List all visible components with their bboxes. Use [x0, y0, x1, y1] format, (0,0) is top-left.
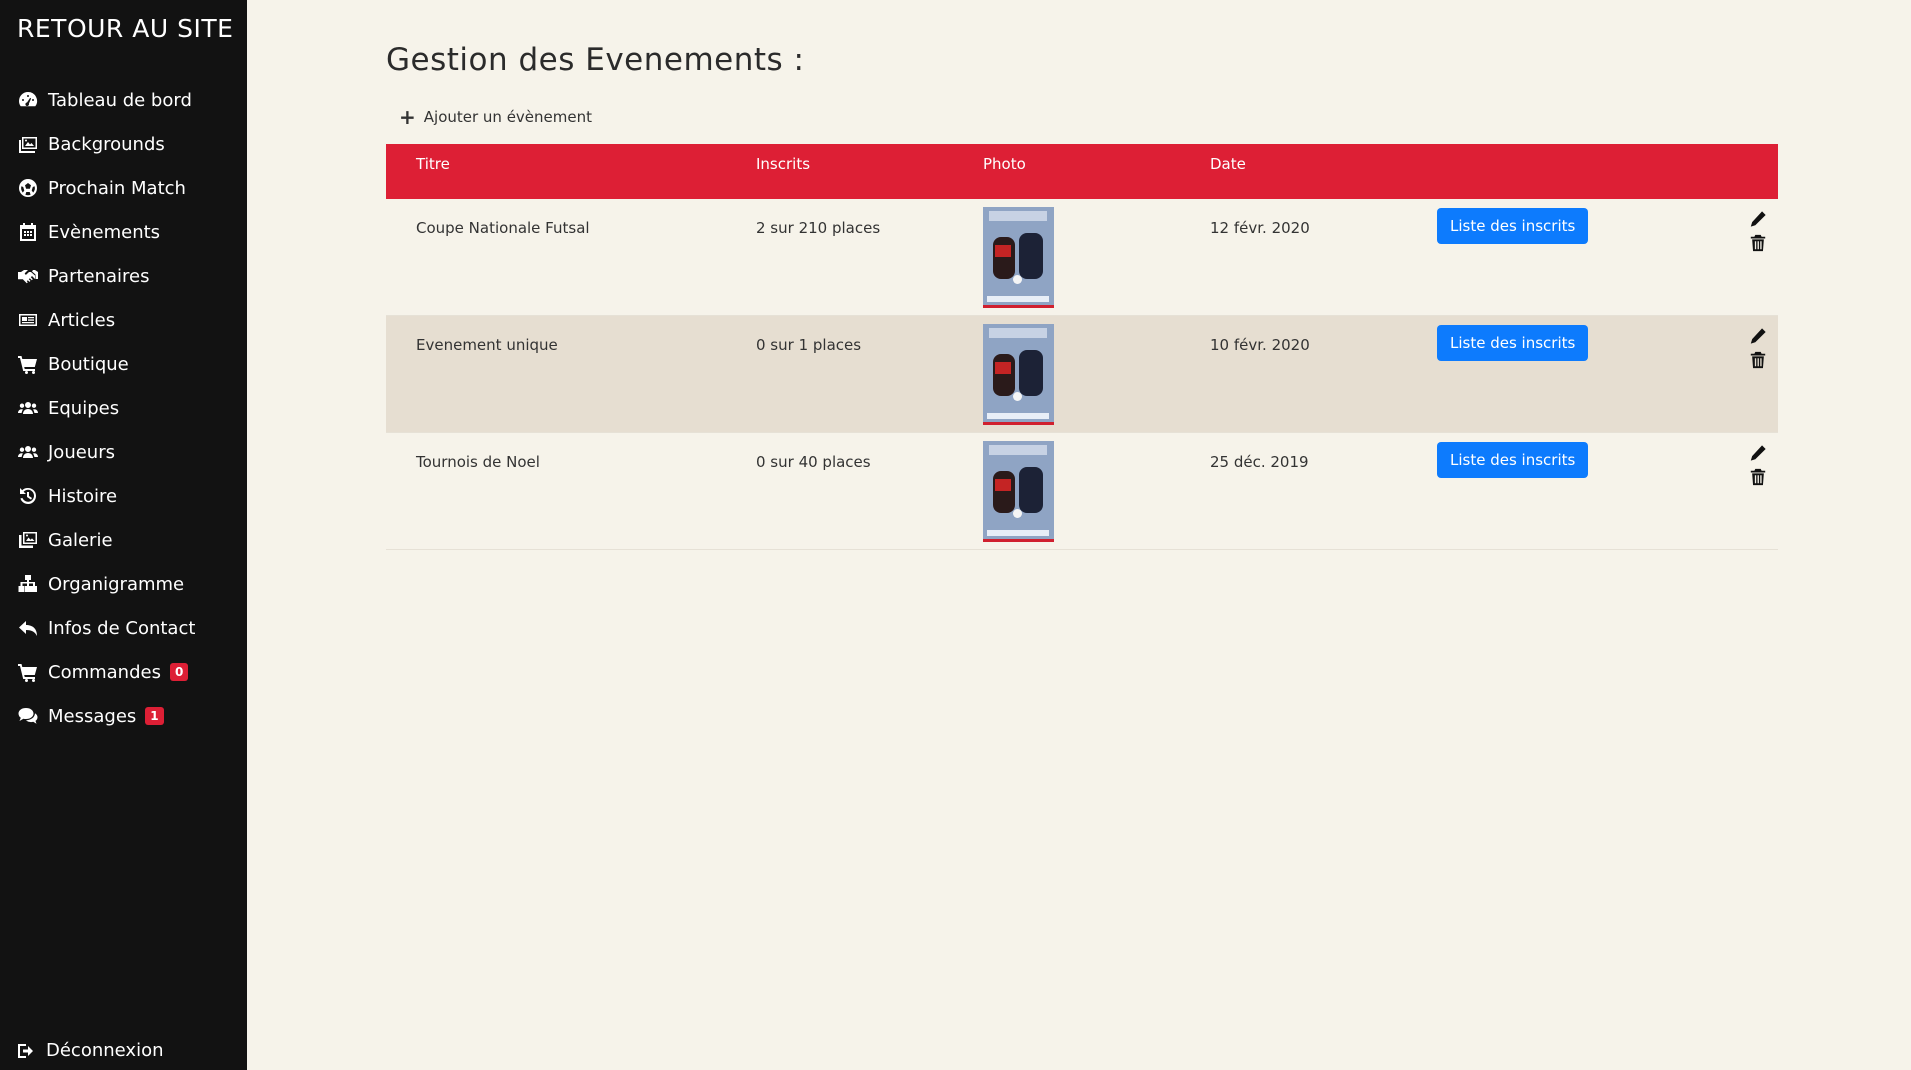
soccer-ball-icon — [16, 178, 40, 198]
calendar-icon — [16, 222, 40, 242]
sidebar-item-shop[interactable]: Boutique — [0, 342, 247, 386]
event-registered: 0 sur 40 places — [756, 453, 871, 471]
event-photo — [983, 207, 1054, 308]
sign-out-icon — [16, 1041, 40, 1061]
sidebar-item-label: Articles — [48, 309, 116, 331]
edit-pencil-icon[interactable] — [1749, 327, 1767, 345]
delete-trash-icon[interactable] — [1749, 468, 1767, 486]
event-registered: 0 sur 1 places — [756, 336, 862, 354]
row-actions — [1749, 210, 1767, 252]
sidebar-item-org-chart[interactable]: Organigramme — [0, 562, 247, 606]
event-photo — [983, 324, 1054, 425]
logout-link[interactable]: Déconnexion — [16, 1040, 164, 1061]
delete-trash-icon[interactable] — [1749, 351, 1767, 369]
event-date: 12 févr. 2020 — [1210, 219, 1310, 237]
users-icon — [16, 442, 40, 462]
table-row: Coupe Nationale Futsal 2 sur 210 places … — [386, 199, 1778, 316]
logout-label: Déconnexion — [46, 1040, 164, 1061]
reply-icon — [16, 618, 40, 638]
column-header-photo: Photo — [983, 155, 1026, 173]
registrants-list-button[interactable]: Liste des inscrits — [1437, 325, 1589, 361]
event-title: Evenement unique — [416, 336, 558, 354]
event-date: 10 févr. 2020 — [1210, 336, 1310, 354]
cart-icon — [16, 354, 40, 374]
gallery-icon — [16, 530, 40, 550]
edit-pencil-icon[interactable] — [1749, 444, 1767, 462]
sidebar-item-label: Partenaires — [48, 265, 150, 287]
sitemap-icon — [16, 574, 40, 594]
page-title: Gestion des Evenements : — [386, 42, 805, 78]
sidebar-item-contact-info[interactable]: Infos de Contact — [0, 606, 247, 650]
row-actions — [1749, 327, 1767, 369]
registrants-list-button[interactable]: Liste des inscrits — [1437, 208, 1589, 244]
messages-count-badge: 1 — [145, 707, 164, 725]
sidebar-item-backgrounds[interactable]: Backgrounds — [0, 122, 247, 166]
sidebar-item-label: Joueurs — [48, 441, 115, 463]
sidebar-item-label: Infos de Contact — [48, 617, 196, 639]
sidebar-item-history[interactable]: Histoire — [0, 474, 247, 518]
sidebar-nav: Tableau de bord Backgrounds Prochain Mat… — [0, 78, 247, 738]
comments-icon — [16, 706, 40, 726]
table-row: Tournois de Noel 0 sur 40 places 25 déc.… — [386, 433, 1778, 550]
sidebar-item-next-match[interactable]: Prochain Match — [0, 166, 247, 210]
column-header-date: Date — [1210, 155, 1246, 173]
edit-pencil-icon[interactable] — [1749, 210, 1767, 228]
sidebar-item-gallery[interactable]: Galerie — [0, 518, 247, 562]
main-content: Gestion des Evenements : + Ajouter un év… — [247, 0, 1911, 1070]
sidebar: RETOUR AU SITE Tableau de bord Backgroun… — [0, 0, 247, 1070]
table-header: Titre Inscrits Photo Date — [386, 144, 1778, 199]
sidebar-item-orders[interactable]: Commandes 0 — [0, 650, 247, 694]
event-photo — [983, 441, 1054, 542]
sidebar-item-label: Boutique — [48, 353, 129, 375]
newspaper-icon — [16, 310, 40, 330]
delete-trash-icon[interactable] — [1749, 234, 1767, 252]
sidebar-item-label: Evènements — [48, 221, 161, 243]
back-to-site-link[interactable]: RETOUR AU SITE — [17, 14, 233, 43]
users-icon — [16, 398, 40, 418]
sidebar-item-players[interactable]: Joueurs — [0, 430, 247, 474]
sidebar-item-label: Tableau de bord — [48, 89, 192, 111]
sidebar-item-label: Histoire — [48, 485, 118, 507]
sidebar-item-label: Backgrounds — [48, 133, 165, 155]
sidebar-item-articles[interactable]: Articles — [0, 298, 247, 342]
sidebar-item-messages[interactable]: Messages 1 — [0, 694, 247, 738]
event-title: Tournois de Noel — [416, 453, 540, 471]
sidebar-item-label: Prochain Match — [48, 177, 186, 199]
event-date: 25 déc. 2019 — [1210, 453, 1309, 471]
handshake-icon — [16, 266, 40, 286]
column-header-registered: Inscrits — [756, 155, 811, 173]
sidebar-item-teams[interactable]: Equipes — [0, 386, 247, 430]
sidebar-item-events[interactable]: Evènements — [0, 210, 247, 254]
event-registered: 2 sur 210 places — [756, 219, 881, 237]
orders-count-badge: 0 — [169, 663, 189, 681]
gauge-icon — [16, 90, 40, 110]
sidebar-item-dashboard[interactable]: Tableau de bord — [0, 78, 247, 122]
sidebar-item-label: Organigramme — [48, 573, 185, 595]
images-icon — [16, 134, 40, 154]
history-icon — [16, 486, 40, 506]
sidebar-item-label: Commandes — [48, 661, 161, 683]
add-event-button[interactable]: + Ajouter un évènement — [399, 107, 592, 127]
row-actions — [1749, 444, 1767, 486]
column-header-title: Titre — [416, 155, 450, 173]
plus-icon: + — [399, 105, 416, 129]
events-table: Titre Inscrits Photo Date Coupe National… — [386, 144, 1778, 550]
sidebar-item-label: Galerie — [48, 529, 113, 551]
sidebar-item-partners[interactable]: Partenaires — [0, 254, 247, 298]
event-title: Coupe Nationale Futsal — [416, 219, 590, 237]
cart-icon — [16, 662, 40, 682]
sidebar-item-label: Messages — [48, 705, 137, 727]
table-row: Evenement unique 0 sur 1 places 10 févr.… — [386, 316, 1778, 433]
registrants-list-button[interactable]: Liste des inscrits — [1437, 442, 1589, 478]
add-event-label: Ajouter un évènement — [423, 108, 593, 126]
sidebar-item-label: Equipes — [48, 397, 120, 419]
